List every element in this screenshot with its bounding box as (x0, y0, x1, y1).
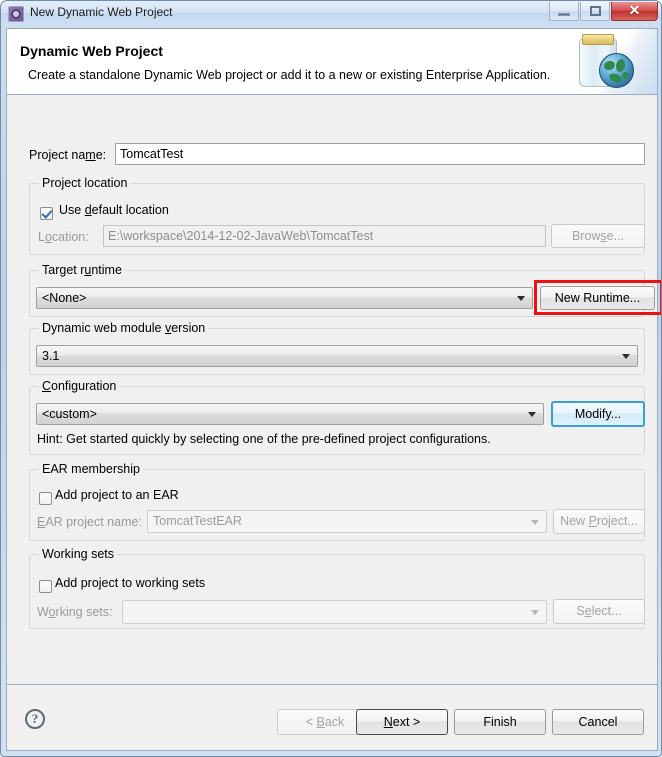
close-icon: ✕ (628, 2, 641, 18)
eclipse-wizard-icon (8, 6, 24, 22)
target-runtime-group-title: Target runtime (39, 263, 125, 277)
dialog-body: Dynamic Web Project Create a standalone … (6, 28, 661, 751)
next-button[interactable]: Next > (356, 709, 448, 735)
configuration-group-title: Configuration (39, 379, 120, 393)
help-icon[interactable]: ? (25, 709, 45, 729)
jar-with-globe-icon (565, 29, 657, 94)
window-title: New Dynamic Web Project (30, 5, 173, 19)
new-runtime-button[interactable]: New Runtime... (540, 286, 655, 310)
chevron-down-icon (531, 610, 539, 615)
minimize-button[interactable] (549, 2, 579, 21)
modify-button[interactable]: Modify... (551, 401, 645, 427)
chevron-down-icon (622, 354, 630, 359)
working-sets-label: Working sets: (37, 605, 113, 619)
maximize-button[interactable] (580, 2, 610, 21)
project-name-label: Project name: (29, 148, 107, 162)
chevron-down-icon (517, 296, 525, 301)
ear-project-name-label: EAR project name: (37, 515, 142, 529)
browse-button: Browse... (551, 224, 645, 248)
use-default-location-checkbox[interactable] (40, 207, 53, 220)
target-runtime-combo[interactable]: <None> (36, 287, 533, 309)
chevron-down-icon (528, 412, 536, 417)
new-project-button: New Project... (553, 509, 645, 534)
working-sets-group-title: Working sets (39, 547, 118, 561)
add-project-to-working-sets-checkbox[interactable] (39, 580, 52, 593)
new-dynamic-web-project-dialog: New Dynamic Web Project ✕ Dynamic Web Pr… (0, 0, 662, 757)
title-bar[interactable]: New Dynamic Web Project ✕ (1, 1, 661, 26)
project-location-group-title: Project location (39, 176, 131, 190)
close-button[interactable]: ✕ (611, 2, 658, 21)
location-input: E:\workspace\2014-12-02-JavaWeb\TomcatTe… (103, 225, 546, 247)
add-project-to-ear-checkbox[interactable] (39, 492, 52, 505)
ear-project-name-combo: TomcatTestEAR (147, 510, 547, 533)
add-project-to-ear-label: Add project to an EAR (55, 488, 179, 502)
chevron-down-icon (531, 519, 539, 525)
ear-membership-group-title: EAR membership (39, 462, 143, 476)
wizard-content: Project name: TomcatTest Project locatio… (7, 95, 661, 684)
wizard-banner: Dynamic Web Project Create a standalone … (7, 29, 657, 95)
project-name-input[interactable]: TomcatTest (115, 143, 645, 165)
configuration-hint: Hint: Get started quickly by selecting o… (37, 432, 491, 446)
use-default-location-label: Use default location (59, 203, 169, 217)
configuration-combo[interactable]: <custom> (36, 403, 544, 425)
module-version-group-title: Dynamic web module version (39, 321, 209, 335)
working-sets-combo (122, 600, 547, 624)
page-description: Create a standalone Dynamic Web project … (28, 68, 551, 82)
location-label: Location: (38, 230, 89, 244)
module-version-combo[interactable]: 3.1 (36, 345, 638, 367)
select-button: Select... (553, 599, 645, 624)
add-project-to-working-sets-label: Add project to working sets (55, 576, 206, 590)
cancel-button[interactable]: Cancel (552, 709, 644, 735)
finish-button[interactable]: Finish (454, 709, 546, 735)
page-title: Dynamic Web Project (20, 43, 163, 59)
